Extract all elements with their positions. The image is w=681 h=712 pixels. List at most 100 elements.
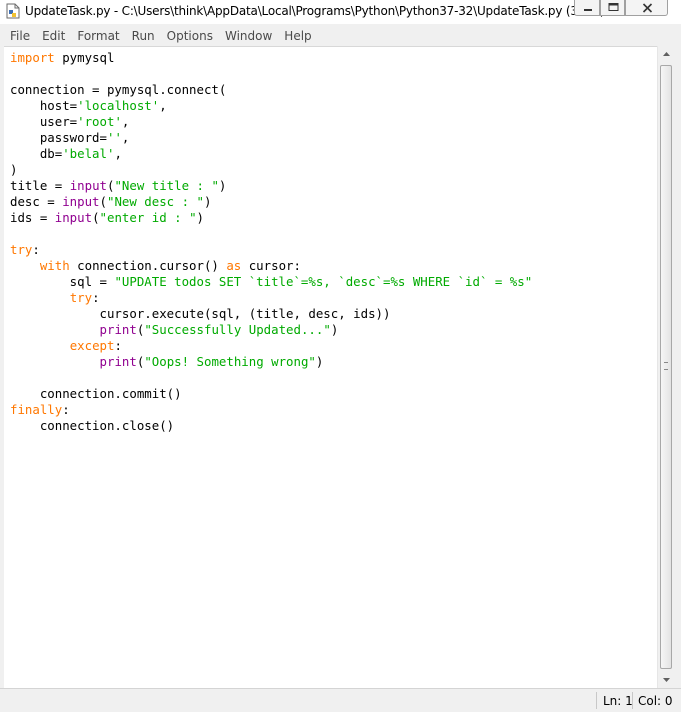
arrow-down-icon (663, 678, 670, 682)
minimize-button[interactable] (574, 0, 600, 16)
code-token: connection.commit() (10, 386, 182, 401)
code-token: connection = pymysql.connect( (10, 82, 227, 97)
status-separator (632, 692, 633, 709)
code-line: finally: (10, 402, 532, 418)
menu-format[interactable]: Format (71, 27, 125, 45)
code-editor[interactable]: import pymysql connection = pymysql.conn… (4, 46, 657, 688)
code-token: ids = (10, 210, 55, 225)
scroll-thumb[interactable] (660, 65, 672, 669)
code-line: with connection.cursor() as cursor: (10, 258, 532, 274)
menu-run[interactable]: Run (126, 27, 161, 45)
menu-edit[interactable]: Edit (36, 27, 71, 45)
minimize-icon (584, 9, 592, 11)
code-text-area[interactable]: import pymysql connection = pymysql.conn… (10, 50, 532, 434)
code-line: except: (10, 338, 532, 354)
string-token: "enter id : " (99, 210, 197, 225)
idle-editor-window: UpdateTask.py - C:\Users\think\AppData\L… (0, 0, 681, 712)
menu-options[interactable]: Options (161, 27, 219, 45)
status-separator (596, 692, 597, 709)
keyword-token: as (226, 258, 242, 273)
code-token: ) (218, 178, 227, 193)
keyword-token: with (39, 258, 70, 273)
code-token: ) (203, 194, 212, 209)
code-token: : (114, 338, 122, 353)
code-token: sql = (10, 274, 115, 289)
code-token: ( (92, 210, 100, 225)
keyword-token: finally (10, 402, 63, 417)
status-column: Col: 0 (638, 694, 673, 708)
python-file-icon (6, 3, 20, 19)
keyword-token: except (69, 338, 115, 353)
string-token: "New title : " (114, 178, 219, 193)
status-line: Ln: 1 (603, 694, 633, 708)
keyword-token: try (10, 242, 33, 257)
code-token: , (159, 98, 167, 113)
code-token: connection.close() (10, 418, 175, 433)
code-line: ids = input("enter id : ") (10, 210, 532, 226)
code-token: pymysql (54, 50, 115, 65)
code-token: ( (99, 194, 107, 209)
code-token: : (62, 402, 70, 417)
code-line: try: (10, 290, 532, 306)
menu-file[interactable]: File (4, 27, 36, 45)
code-token: ) (196, 210, 204, 225)
title-bar[interactable]: UpdateTask.py - C:\Users\think\AppData\L… (0, 0, 681, 24)
window-border (674, 24, 681, 712)
code-line: connection = pymysql.connect( (10, 82, 532, 98)
code-token: ) (315, 354, 324, 369)
builtin-token: print (99, 354, 137, 369)
builtin-token: input (62, 194, 100, 209)
code-line: sql = "UPDATE todos SET `title`=%s, `des… (10, 274, 533, 290)
string-token: 'localhost' (77, 98, 160, 113)
code-line: title = input("New title : ") (10, 178, 532, 194)
code-line: cursor.execute(sql, (title, desc, ids)) (10, 306, 532, 322)
code-token: desc = (10, 194, 63, 209)
code-token: title = (10, 178, 70, 193)
code-token: connection.cursor() (69, 258, 227, 273)
keyword-token: try (69, 290, 93, 305)
string-token: "Successfully Updated..." (144, 322, 331, 337)
code-token: user= (10, 114, 78, 129)
string-token: "UPDATE todos SET `title`=%s, `desc`=%s … (114, 274, 533, 289)
close-icon (642, 3, 653, 13)
string-token: "New desc : " (107, 194, 204, 209)
code-line: try: (10, 242, 532, 258)
code-token: , (121, 114, 130, 129)
code-line: db='belal', (10, 146, 532, 162)
scroll-up-button[interactable] (658, 46, 675, 63)
string-token: 'root' (77, 114, 122, 129)
code-line: password='', (10, 130, 532, 146)
string-token: "Oops! Something wrong" (144, 354, 316, 369)
close-button[interactable] (625, 0, 668, 16)
status-bar: Ln: 1 Col: 0 (0, 688, 681, 712)
menu-help[interactable]: Help (278, 27, 317, 45)
code-token: ) (10, 162, 18, 177)
code-token: , (121, 130, 130, 145)
builtin-token: input (69, 178, 107, 193)
code-token: cursor.execute(sql, (title, desc, ids)) (10, 306, 391, 321)
code-token: password= (10, 130, 107, 145)
scroll-down-button[interactable] (658, 671, 675, 688)
maximize-button[interactable] (600, 0, 625, 16)
menu-window[interactable]: Window (219, 27, 278, 45)
code-line: host='localhost', (10, 98, 532, 114)
code-line: connection.commit() (10, 386, 532, 402)
builtin-token: print (99, 322, 137, 337)
code-token: : (32, 242, 40, 257)
arrow-up-icon (663, 52, 670, 56)
code-line: user='root', (10, 114, 532, 130)
code-line: import pymysql (10, 50, 532, 66)
code-line: print("Oops! Something wrong") (10, 354, 532, 370)
code-token: ) (330, 322, 339, 337)
string-token: 'belal' (62, 146, 115, 161)
code-token: db= (10, 146, 63, 161)
maximize-icon (608, 3, 619, 11)
vertical-scrollbar[interactable] (657, 46, 674, 688)
